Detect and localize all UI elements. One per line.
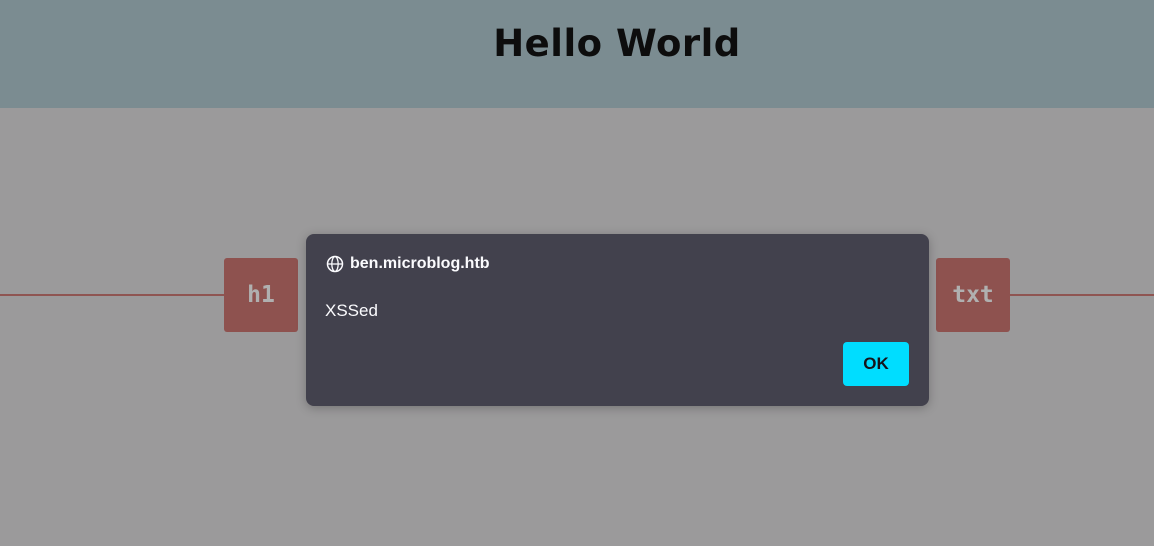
globe-icon — [326, 255, 344, 273]
txt-block[interactable]: txt — [936, 258, 1010, 332]
connector-line-left — [0, 294, 224, 296]
dialog-origin-label: ben.microblog.htb — [350, 255, 490, 272]
header-bar: Hello World — [0, 0, 1154, 108]
connector-line-right — [1010, 294, 1154, 296]
dialog-message: XSSed — [325, 301, 378, 320]
ok-button[interactable]: OK — [843, 342, 909, 386]
h1-block[interactable]: h1 — [224, 258, 298, 332]
page-title: Hello World — [493, 22, 741, 65]
dialog-origin: ben.microblog.htb — [326, 255, 490, 273]
alert-dialog: ben.microblog.htb XSSed OK — [306, 234, 929, 406]
